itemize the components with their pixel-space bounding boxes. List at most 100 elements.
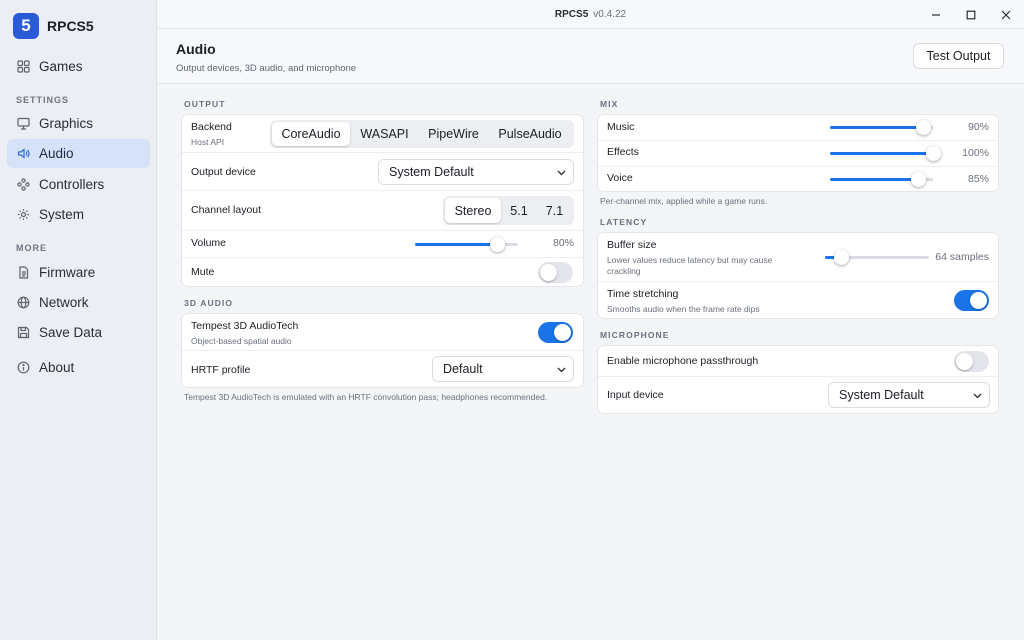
mix-row-effects: Effects 100% <box>598 141 998 167</box>
backend-row: Backend Host API CoreAudio WASAPI PipeWi… <box>182 115 583 153</box>
sidebar-item-about[interactable]: About <box>7 353 150 382</box>
tempest-sublabel: Object-based spatial audio <box>191 336 292 346</box>
tempest-toggle[interactable] <box>538 322 573 343</box>
chevron-down-icon <box>972 391 982 401</box>
mix-label-effects: Effects <box>607 146 639 158</box>
mix-card: Music 90% Effects 100% Voice 85% <box>597 114 999 192</box>
backend-option-coreaudio[interactable]: CoreAudio <box>272 122 350 146</box>
time-stretching-row: Time stretching Smooths audio when the f… <box>598 282 998 318</box>
document-icon <box>16 266 30 280</box>
channel-layout-label: Channel layout <box>191 204 262 216</box>
sidebar-item-save-data[interactable]: Save Data <box>7 318 150 347</box>
app-name: RPCS5 <box>47 18 94 34</box>
app-version: v0.4.22 <box>593 9 627 20</box>
backend-option-pulseaudio[interactable]: PulseAudio <box>488 122 572 146</box>
slider-knob[interactable] <box>833 250 849 265</box>
tempest-label: Tempest 3D AudioTech <box>191 320 299 332</box>
globe-icon <box>16 296 30 310</box>
microphone-card: Enable microphone passthrough Input devi… <box>597 345 999 414</box>
slider-knob[interactable] <box>915 120 931 135</box>
volume-slider[interactable] <box>415 236 518 252</box>
monitor-icon <box>16 117 30 131</box>
buffer-size-slider[interactable] <box>825 249 929 265</box>
output-device-select[interactable]: System Default <box>378 159 574 185</box>
sidebar-section-more: MORE <box>16 243 47 253</box>
channel-option-stereo[interactable]: Stereo <box>445 198 501 223</box>
music-value: 90% <box>967 121 989 133</box>
channel-layout-segmented-control: Stereo 5.1 7.1 <box>443 196 574 225</box>
sidebar-item-label: Audio <box>39 146 74 161</box>
voice-value: 85% <box>967 173 989 185</box>
speaker-icon <box>16 147 30 161</box>
minimize-icon[interactable] <box>928 7 944 23</box>
floppy-icon <box>16 326 30 340</box>
volume-value: 80% <box>552 237 574 249</box>
window-title-name: RPCS5 <box>554 9 589 20</box>
brand: 5 RPCS5 <box>13 13 94 39</box>
input-device-select[interactable]: System Default <box>828 382 990 408</box>
section-mix-title: MIX <box>600 99 619 109</box>
output-device-value: System Default <box>389 165 474 179</box>
audio3d-card: Tempest 3D AudioTech Object-based spatia… <box>181 313 584 388</box>
mute-toggle[interactable] <box>538 262 573 283</box>
sidebar-item-label: Games <box>39 59 83 74</box>
sidebar-item-label: Graphics <box>39 116 94 131</box>
sidebar-item-games[interactable]: Games <box>7 52 150 81</box>
mute-row: Mute <box>182 258 583 286</box>
page-header: Audio Output devices, 3D audio, and micr… <box>157 29 1024 84</box>
mic-passthrough-label: Enable microphone passthrough <box>607 355 759 367</box>
sidebar-section-settings: SETTINGS <box>16 95 70 105</box>
voice-slider[interactable] <box>830 171 933 187</box>
slider-knob[interactable] <box>910 172 926 187</box>
sidebar-item-controllers[interactable]: Controllers <box>7 170 150 199</box>
channel-option-7-1[interactable]: 7.1 <box>537 198 572 223</box>
volume-label: Volume <box>191 237 227 249</box>
backend-segmented-control: CoreAudio WASAPI PipeWire PulseAudio <box>270 120 574 148</box>
maximize-icon[interactable] <box>963 7 979 23</box>
close-icon[interactable] <box>998 7 1014 23</box>
sidebar-item-graphics[interactable]: Graphics <box>7 109 150 138</box>
channel-layout-row: Channel layout Stereo 5.1 7.1 <box>182 191 583 231</box>
tempest-row: Tempest 3D AudioTech Object-based spatia… <box>182 314 583 351</box>
slider-knob[interactable] <box>490 237 506 252</box>
time-stretching-toggle[interactable] <box>954 290 989 311</box>
sidebar-item-label: Controllers <box>39 177 105 192</box>
effects-slider[interactable] <box>830 145 941 161</box>
sidebar-item-network[interactable]: Network <box>7 288 150 317</box>
sidebar: 5 RPCS5 Games SETTINGS Graphics Audio Co… <box>0 0 157 640</box>
input-device-label: Input device <box>607 389 664 401</box>
sidebar-item-system[interactable]: System <box>7 200 150 229</box>
test-output-button[interactable]: Test Output <box>913 43 1004 69</box>
mix-label-voice: Voice <box>607 172 633 184</box>
mic-passthrough-toggle[interactable] <box>954 351 989 372</box>
time-stretching-label: Time stretching <box>607 288 679 300</box>
backend-sublabel: Host API <box>191 137 225 147</box>
page-subtitle: Output devices, 3D audio, and microphone <box>176 63 357 74</box>
channel-option-5-1[interactable]: 5.1 <box>501 198 537 223</box>
sidebar-item-audio[interactable]: Audio <box>7 139 150 168</box>
sidebar-item-firmware[interactable]: Firmware <box>7 258 150 287</box>
rpcs5-logo-icon: 5 <box>13 13 39 39</box>
output-device-row: Output device System Default <box>182 153 583 191</box>
gear-icon <box>16 208 30 222</box>
gamepad-icon <box>16 178 30 192</box>
buffer-size-sublabel: Lower values reduce latency but may caus… <box>607 255 773 276</box>
mix-row-voice: Voice 85% <box>598 167 998 191</box>
sidebar-item-label: About <box>39 360 75 375</box>
sidebar-item-label: Save Data <box>39 325 103 340</box>
sidebar-item-label: System <box>39 207 85 222</box>
mix-row-music: Music 90% <box>598 115 998 141</box>
hrtf-row: HRTF profile Default <box>182 351 583 387</box>
buffer-size-label: Buffer size <box>607 239 657 251</box>
input-device-row: Input device System Default <box>598 377 998 413</box>
backend-option-pipewire[interactable]: PipeWire <box>419 122 488 146</box>
hrtf-profile-select[interactable]: Default <box>432 356 574 382</box>
section-latency-title: LATENCY <box>600 217 648 227</box>
time-stretching-sublabel: Smooths audio when the frame rate dips <box>607 304 760 314</box>
chevron-down-icon <box>556 168 566 178</box>
mix-note: Per-channel mix, applied while a game ru… <box>600 196 768 206</box>
info-icon <box>16 361 30 375</box>
music-slider[interactable] <box>830 119 933 135</box>
section-microphone-title: MICROPHONE <box>600 330 670 340</box>
backend-option-wasapi[interactable]: WASAPI <box>350 122 419 146</box>
